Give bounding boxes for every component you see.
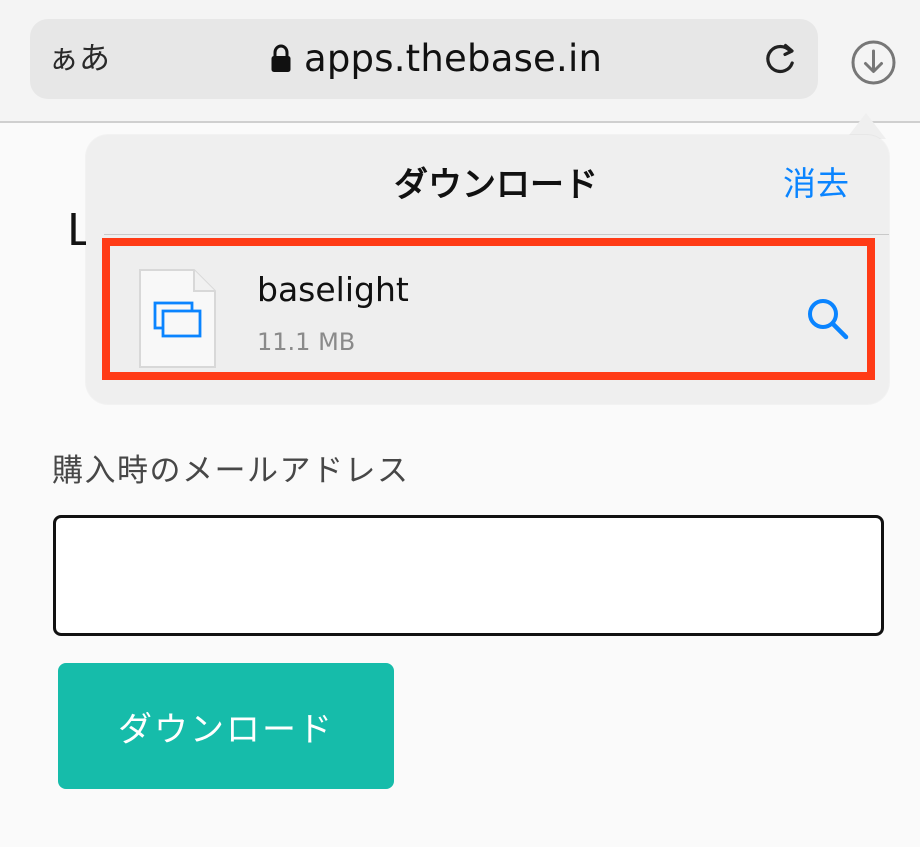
address-domain-group: apps.thebase.in: [270, 39, 602, 79]
download-button[interactable]: ダウンロード: [58, 663, 394, 789]
popover-divider: [104, 234, 889, 235]
browser-page: ぁあ apps.thebase.in L ダウンロード 消去 baselight…: [0, 0, 920, 847]
clear-downloads-button[interactable]: 消去: [783, 165, 849, 203]
address-bar[interactable]: ぁあ apps.thebase.in: [30, 19, 818, 99]
lock-icon: [270, 44, 292, 74]
email-field[interactable]: [53, 515, 884, 636]
download-file-name: baselight: [257, 270, 409, 309]
email-label: 購入時のメールアドレス: [52, 453, 410, 489]
reader-view-button[interactable]: ぁあ: [48, 42, 110, 76]
downloads-title: ダウンロード: [394, 165, 598, 205]
url-domain: apps.thebase.in: [304, 37, 603, 80]
download-circle-icon[interactable]: [850, 39, 897, 86]
reload-icon[interactable]: [761, 40, 801, 80]
file-document-icon: [139, 269, 216, 368]
search-icon[interactable]: [806, 297, 849, 340]
download-file-size: 11.1 MB: [257, 328, 356, 356]
download-item[interactable]: baselight 11.1 MB: [102, 238, 875, 380]
browser-toolbar: ぁあ apps.thebase.in: [0, 0, 920, 123]
